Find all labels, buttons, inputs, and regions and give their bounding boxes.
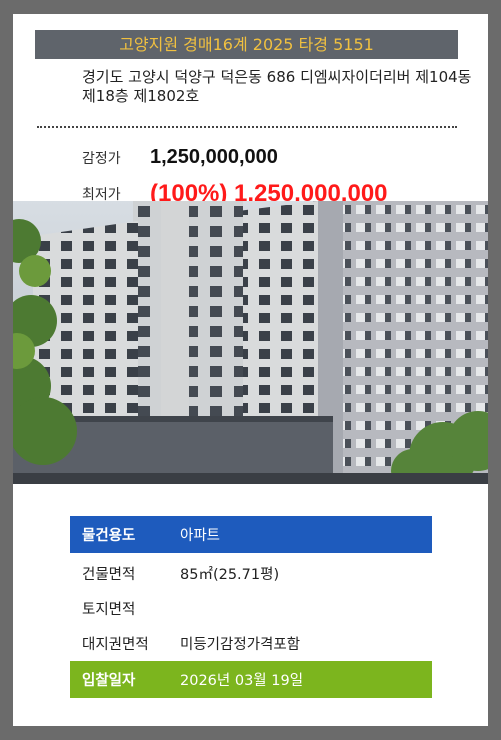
bid-date-row: 입찰일자 2026년 03월 19일 — [70, 661, 432, 698]
case-number-banner: 고양지원 경매16계 2025 타경 5151 — [35, 30, 458, 59]
property-details: 물건용도 아파트 건물면적 85㎡(25.71평) 토지면적 대지권면적 미등기… — [70, 516, 432, 698]
appraisal-price-row: 감정가 1,250,000,000 — [82, 146, 278, 169]
land-area-label: 토지면적 — [82, 602, 136, 618]
property-address: 경기도 고양시 덕양구 덕은동 686 디엠씨자이더리버 제104동 제18층 … — [82, 68, 472, 105]
usage-value: 아파트 — [180, 528, 221, 544]
appraisal-label: 감정가 — [82, 150, 121, 167]
property-photo — [13, 201, 488, 484]
appraisal-value: 1,250,000,000 — [150, 146, 278, 168]
dotted-divider — [37, 126, 457, 128]
usage-label: 물건용도 — [82, 528, 136, 544]
bid-date-value: 2026년 03월 19일 — [180, 673, 304, 689]
land-right-value: 미등기감정가격포함 — [180, 637, 301, 653]
land-right-label: 대지권면적 — [82, 637, 149, 653]
usage-row: 물건용도 아파트 — [70, 516, 432, 553]
bid-date-label: 입찰일자 — [82, 673, 136, 689]
land-right-row: 대지권면적 미등기감정가격포함 — [70, 626, 432, 661]
land-area-row: 토지면적 — [70, 591, 432, 626]
building-area-value: 85㎡(25.71평) — [180, 567, 280, 583]
building-area-row: 건물면적 85㎡(25.71평) — [70, 556, 432, 591]
auction-card: 고양지원 경매16계 2025 타경 5151 경기도 고양시 덕양구 덕은동 … — [13, 14, 488, 726]
building-area-label: 건물면적 — [82, 567, 136, 583]
